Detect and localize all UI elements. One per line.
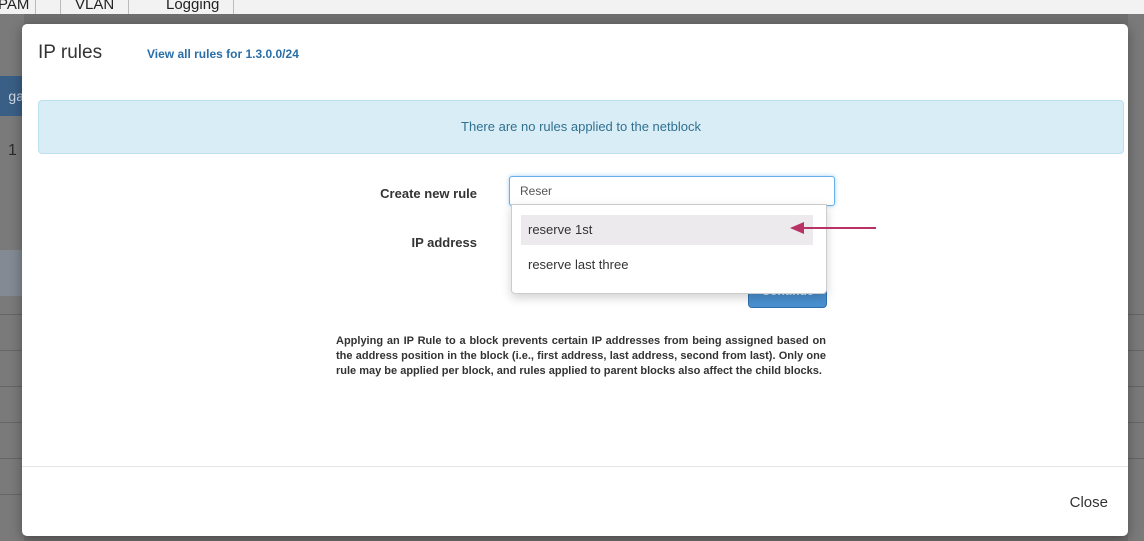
background-row-divider xyxy=(1128,386,1144,387)
background-row-divider xyxy=(1128,350,1144,351)
tab-vlan: VLAN xyxy=(60,0,130,14)
annotation-arrow-icon xyxy=(790,222,876,234)
tab-ipam: PAM xyxy=(0,0,37,14)
background-right-strip xyxy=(1128,14,1144,541)
background-row-divider xyxy=(0,386,24,387)
background-row-divider xyxy=(0,350,24,351)
rule-autocomplete-dropdown: reserve 1st reserve last three xyxy=(511,204,827,294)
tab-logging: Logging xyxy=(152,0,235,14)
background-row-divider xyxy=(1128,422,1144,423)
background-row-divider xyxy=(0,314,24,315)
ip-rules-modal: IP rules View all rules for 1.3.0.0/24 T… xyxy=(22,24,1128,536)
dropdown-option-reserve-1st[interactable]: reserve 1st xyxy=(521,215,813,245)
background-tab-bar: PAM VLAN Logging xyxy=(0,0,1144,14)
background-header-fragment: ga xyxy=(0,76,24,116)
dropdown-option-reserve-last-three[interactable]: reserve last three xyxy=(521,250,813,280)
background-row-divider xyxy=(0,422,24,423)
create-rule-label: Create new rule xyxy=(380,186,477,201)
modal-title: IP rules xyxy=(38,42,103,63)
info-alert: There are no rules applied to the netblo… xyxy=(38,100,1124,154)
background-left-strip: ga 1 xyxy=(0,14,24,541)
background-row-divider xyxy=(1128,314,1144,315)
background-row-divider xyxy=(0,458,24,459)
background-row-divider xyxy=(0,494,24,495)
ip-address-label: IP address xyxy=(411,235,477,250)
background-number-fragment: 1 xyxy=(8,142,17,159)
modal-header: IP rules View all rules for 1.3.0.0/24 xyxy=(22,24,1128,88)
background-row-divider xyxy=(1128,458,1144,459)
close-button[interactable]: Close xyxy=(1070,494,1108,511)
background-selected-row xyxy=(0,250,24,296)
view-all-rules-link[interactable]: View all rules for 1.3.0.0/24 xyxy=(147,47,299,61)
help-text: Applying an IP Rule to a block prevents … xyxy=(336,335,826,377)
modal-footer: Close xyxy=(22,466,1128,537)
create-rule-input[interactable] xyxy=(509,176,835,206)
